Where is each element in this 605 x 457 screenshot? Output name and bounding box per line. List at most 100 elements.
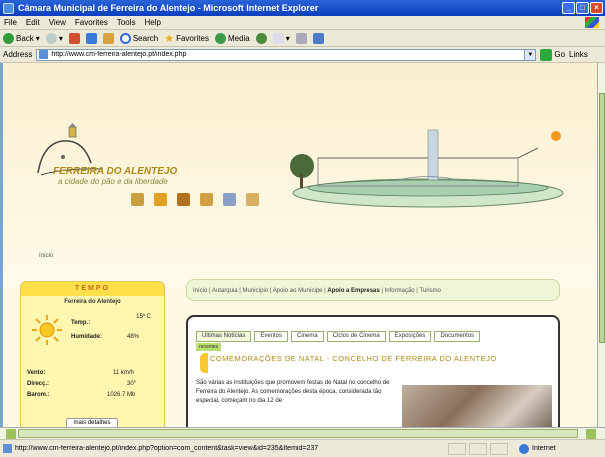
horizontal-scroll-thumb[interactable] (18, 429, 578, 438)
news-tabs: Últimas Notícias Eventos Cinema Ciclos d… (196, 331, 481, 342)
scroll-right-button[interactable] (586, 429, 596, 439)
media-button[interactable]: Media (214, 32, 250, 44)
back-button[interactable]: Back ▾ (3, 32, 40, 44)
nav-apoio-empresas[interactable]: Apoio a Empresas (327, 288, 379, 294)
address-label: Address (3, 50, 33, 59)
status-bar: http://www.cm-ferreira-alentejo.pt/index… (0, 439, 605, 457)
title-bar: Câmara Municipal de Ferreira do Alentejo… (0, 0, 605, 16)
pressure-label: Barom.: (27, 392, 50, 398)
print-icon (295, 32, 307, 44)
nav-municipio[interactable]: Município (243, 288, 269, 294)
top-navigation: Início | Autarquia | Município | Apoio a… (186, 279, 560, 301)
search-icon (119, 32, 131, 44)
nav-inicio[interactable]: Início (193, 288, 207, 294)
refresh-button[interactable] (85, 32, 97, 44)
links-button[interactable]: Links (569, 50, 588, 59)
stop-icon (68, 32, 80, 44)
close-button[interactable]: × (590, 2, 603, 14)
horizontal-scrollbar[interactable] (0, 427, 605, 439)
star-icon: ★ (164, 32, 175, 45)
page-icon (39, 50, 49, 59)
page-viewport: FERREIRA DO ALENTEJO a cidade do pão e d… (0, 63, 597, 427)
maximize-button[interactable]: □ (576, 2, 589, 14)
favorites-button[interactable]: ★ Favorites (164, 32, 209, 45)
menu-tools[interactable]: Tools (117, 18, 136, 27)
stop-button[interactable] (68, 32, 80, 44)
search-button[interactable]: Search (119, 32, 159, 44)
document-icon[interactable] (177, 193, 190, 206)
print-button[interactable] (295, 32, 307, 44)
status-cell (469, 442, 487, 455)
vertical-scroll-thumb[interactable] (599, 93, 605, 343)
forward-button[interactable]: ▾ (45, 32, 63, 44)
menu-bar: File Edit View Favorites Tools Help (0, 16, 605, 30)
address-input[interactable]: http://www.cm-ferreira-alentejo.pt/index… (36, 48, 537, 61)
home-icon (102, 32, 114, 44)
ship-icon[interactable] (131, 193, 144, 206)
go-arrow-icon (540, 48, 553, 61)
temp-label: Temp.: (71, 320, 91, 326)
mail-button[interactable]: ▾ (272, 32, 290, 44)
tab-exposicoes[interactable]: Exposições (388, 331, 432, 342)
nav-informacao[interactable]: Informação (385, 288, 415, 294)
address-value[interactable]: http://www.cm-ferreira-alentejo.pt/index… (51, 51, 521, 58)
go-button[interactable]: Go (540, 48, 566, 61)
menu-view[interactable]: View (49, 18, 66, 27)
menu-help[interactable]: Help (144, 18, 160, 27)
status-url: http://www.cm-ferreira-alentejo.pt/index… (15, 445, 319, 452)
menu-favorites[interactable]: Favorites (75, 18, 108, 27)
back-label: Back (16, 33, 34, 43)
media-icon (214, 32, 226, 44)
breadcrumb[interactable]: Início (39, 253, 53, 259)
star-shortcut-icon[interactable] (154, 193, 167, 206)
zone-label: Internet (532, 445, 556, 452)
edit-button[interactable] (312, 32, 324, 44)
tab-documentos[interactable]: Documentos (434, 331, 481, 342)
windows-logo-icon (585, 17, 599, 28)
menu-file[interactable]: File (4, 18, 17, 27)
weather-place: Ferreira do Alentejo (64, 299, 121, 305)
header-banner: FERREIRA DO ALENTEJO a cidade do pão e d… (3, 63, 597, 288)
media-label: Media (227, 33, 250, 43)
sun-icon (32, 315, 62, 345)
tab-eventos[interactable]: Eventos (254, 331, 289, 342)
vertical-scrollbar[interactable] (597, 63, 605, 427)
news-image[interactable] (402, 385, 552, 427)
printer-icon[interactable] (223, 193, 236, 206)
menu-edit[interactable]: Edit (26, 18, 40, 27)
subtab-recentes[interactable]: recentes (196, 343, 222, 351)
tab-cinema[interactable]: Cinema (291, 331, 324, 342)
address-dropdown-icon[interactable]: ▼ (524, 49, 536, 60)
news-title-marker (200, 353, 208, 373)
weather-title: TEMPO (21, 282, 164, 296)
mail-shortcut-icon[interactable] (200, 193, 213, 206)
direction-value: 30° (127, 381, 137, 387)
search-label: Search (132, 33, 159, 43)
humidity-label: Humidade: (71, 334, 103, 340)
logo-name[interactable]: FERREIRA DO ALENTEJO (53, 166, 177, 177)
news-body: São várias as instituições que promovem … (196, 380, 390, 404)
news-panel: Últimas Notícias Eventos Cinema Ciclos d… (186, 315, 560, 427)
news-title[interactable]: COMEMORAÇÕES DE NATAL - CONCELHO DE FERR… (210, 354, 555, 364)
window-title: Câmara Municipal de Ferreira do Alentejo… (18, 3, 319, 13)
sitemap-icon[interactable] (246, 193, 259, 206)
go-label: Go (554, 50, 566, 59)
minimize-button[interactable]: _ (562, 2, 575, 14)
nav-apoio-municipe[interactable]: Apoio ao Munícipe (273, 288, 323, 294)
shortcut-icons (131, 193, 259, 206)
wind-value: 11 km/h (113, 370, 134, 376)
temp-value: 15º C (136, 314, 151, 320)
nav-turismo[interactable]: Turismo (419, 288, 440, 294)
history-icon (255, 32, 267, 44)
fountain-illustration (290, 129, 564, 208)
tab-ciclos-cinema[interactable]: Ciclos de Cinema (326, 331, 386, 342)
nav-autarquia[interactable]: Autarquia (212, 288, 238, 294)
humidity-value: 48% (127, 334, 140, 340)
security-zone: Internet (519, 443, 556, 454)
scroll-left-button[interactable] (6, 429, 16, 439)
tab-ultimas-noticias[interactable]: Últimas Notícias (196, 331, 252, 342)
home-button[interactable] (102, 32, 114, 44)
more-details-button[interactable]: mais detalhes (66, 418, 118, 427)
history-button[interactable] (255, 32, 267, 44)
ie-icon (3, 2, 14, 14)
